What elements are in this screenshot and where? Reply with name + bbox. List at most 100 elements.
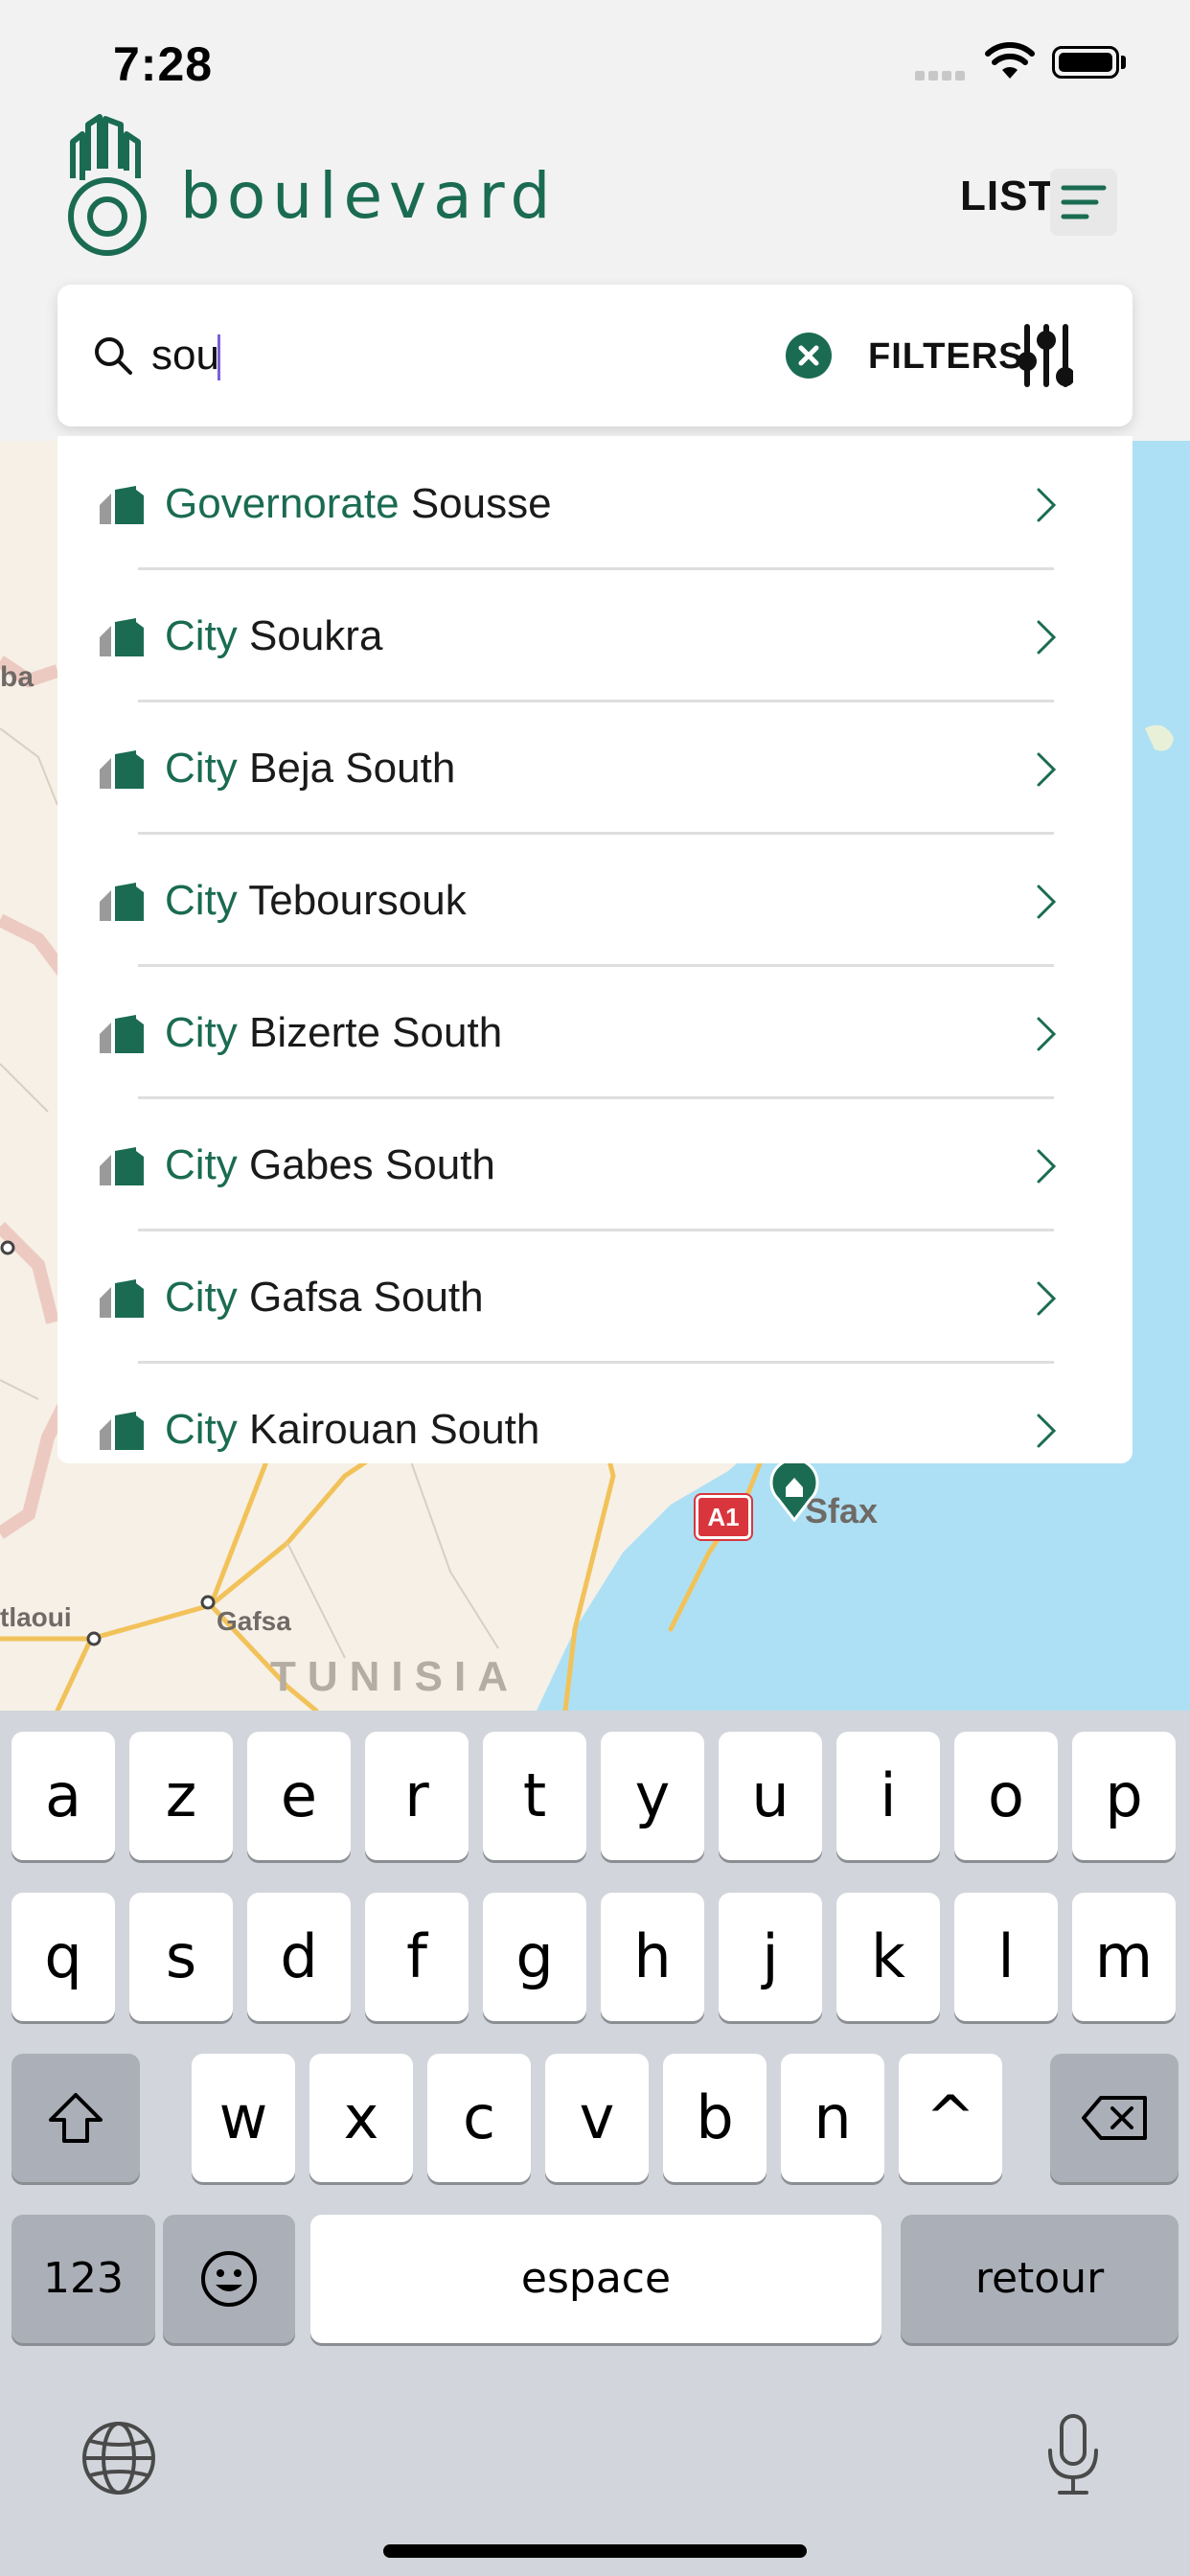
key[interactable]: q: [11, 1893, 115, 2021]
suggestion-item[interactable]: Governorate Sousse: [57, 436, 1133, 570]
on-screen-keyboard: a z e r t y u i o p q s d f g h j k l m …: [0, 1711, 1190, 2576]
suggestion-name: Sousse: [410, 480, 552, 527]
city-dot-icon: [0, 1240, 15, 1255]
key[interactable]: w: [192, 2054, 295, 2182]
home-indicator[interactable]: [383, 2544, 807, 2558]
boulevard-logo-icon: [68, 114, 147, 256]
key[interactable]: l: [954, 1893, 1058, 2021]
suggestion-name: Beja South: [249, 745, 456, 792]
map-label-ba: ba: [0, 661, 34, 693]
key[interactable]: a: [11, 1732, 115, 1860]
microphone-icon[interactable]: [1044, 2412, 1102, 2498]
location-building-icon: [100, 750, 144, 789]
key[interactable]: e: [247, 1732, 351, 1860]
key[interactable]: c: [427, 2054, 531, 2182]
key[interactable]: u: [719, 1732, 822, 1860]
property-marker-icon[interactable]: [768, 1459, 820, 1522]
key[interactable]: x: [309, 2054, 413, 2182]
suggestion-name: Soukra: [249, 612, 383, 659]
suggestion-name: Kairouan South: [249, 1406, 540, 1453]
key[interactable]: g: [483, 1893, 586, 2021]
location-building-icon: [100, 1147, 144, 1185]
clear-search-button[interactable]: [786, 333, 832, 379]
city-dot-icon: [200, 1595, 216, 1610]
list-view-label[interactable]: LIST: [960, 172, 1055, 220]
key[interactable]: s: [129, 1893, 233, 2021]
brand-name: boulevard: [180, 159, 558, 233]
key[interactable]: d: [247, 1893, 351, 2021]
suggestion-type: Governorate: [165, 480, 400, 527]
key[interactable]: i: [836, 1732, 940, 1860]
suggestion-type: City: [165, 612, 238, 659]
location-building-icon: [100, 1015, 144, 1053]
chevron-right-icon: [1037, 885, 1057, 919]
emoji-icon: [201, 2251, 257, 2307]
location-building-icon: [100, 883, 144, 921]
search-input[interactable]: sou: [151, 327, 726, 384]
emoji-key[interactable]: [163, 2215, 295, 2343]
numbers-key[interactable]: 123: [11, 2215, 155, 2343]
key[interactable]: r: [365, 1732, 469, 1860]
suggestion-name: Gabes South: [249, 1141, 495, 1188]
suggestion-type: City: [165, 1406, 238, 1453]
return-key[interactable]: retour: [901, 2215, 1179, 2343]
map-label-tunisia: TUNISIA: [270, 1653, 519, 1700]
suggestion-item[interactable]: City Gafsa South: [57, 1230, 1133, 1364]
key[interactable]: z: [129, 1732, 233, 1860]
key[interactable]: y: [601, 1732, 704, 1860]
status-bar: 7:28: [0, 0, 1190, 125]
key[interactable]: b: [663, 2054, 767, 2182]
list-icon: [1061, 185, 1107, 219]
filters-button[interactable]: FILTERS: [868, 336, 1024, 378]
search-icon: [95, 337, 132, 375]
cellular-signal-icon: [915, 71, 973, 80]
location-building-icon: [100, 486, 144, 524]
location-building-icon: [100, 1412, 144, 1450]
suggestion-item[interactable]: City Gabes South: [57, 1097, 1133, 1231]
chevron-right-icon: [1037, 752, 1057, 787]
suggestion-item[interactable]: City Teboursouk: [57, 833, 1133, 967]
globe-icon[interactable]: [79, 2418, 159, 2498]
suggestion-name: Gafsa South: [249, 1274, 484, 1321]
backspace-icon: [1082, 2096, 1147, 2140]
backspace-key[interactable]: [1050, 2054, 1179, 2182]
list-view-button[interactable]: [1050, 169, 1117, 236]
chevron-right-icon: [1037, 1017, 1057, 1051]
suggestion-item[interactable]: City Bizerte South: [57, 965, 1133, 1099]
shift-icon: [49, 2093, 103, 2143]
key[interactable]: n: [781, 2054, 884, 2182]
key[interactable]: p: [1072, 1732, 1176, 1860]
suggestion-type: City: [165, 1274, 238, 1321]
city-dot-icon: [86, 1631, 102, 1646]
battery-icon: [1052, 46, 1119, 79]
suggestion-item[interactable]: City Beja South: [57, 701, 1133, 835]
shift-key[interactable]: [11, 2054, 140, 2182]
chevron-right-icon: [1037, 1149, 1057, 1184]
suggestion-item[interactable]: City Kairouan South: [57, 1362, 1133, 1463]
chevron-right-icon: [1037, 620, 1057, 655]
key[interactable]: m: [1072, 1893, 1176, 2021]
space-key[interactable]: espace: [310, 2215, 881, 2343]
key[interactable]: o: [954, 1732, 1058, 1860]
filters-icon[interactable]: [1019, 323, 1073, 388]
status-time: 7:28: [113, 37, 214, 91]
suggestion-item[interactable]: City Soukra: [57, 568, 1133, 702]
map-label-tlaoui: tlaoui: [0, 1602, 72, 1632]
chevron-right-icon: [1037, 1414, 1057, 1448]
location-building-icon: [100, 618, 144, 656]
location-building-icon: [100, 1279, 144, 1318]
key[interactable]: j: [719, 1893, 822, 2021]
wifi-icon: [985, 42, 1035, 79]
suggestion-name: Teboursouk: [248, 877, 467, 924]
suggestion-name: Bizerte South: [249, 1009, 503, 1056]
key[interactable]: f: [365, 1893, 469, 2021]
key[interactable]: v: [545, 2054, 649, 2182]
road-shield-label: A1: [707, 1503, 740, 1531]
key[interactable]: ^: [899, 2054, 1002, 2182]
key[interactable]: k: [836, 1893, 940, 2021]
close-icon: [798, 345, 819, 366]
suggestion-type: City: [165, 1141, 238, 1188]
key[interactable]: t: [483, 1732, 586, 1860]
key[interactable]: h: [601, 1893, 704, 2021]
text-caret: [217, 334, 220, 380]
